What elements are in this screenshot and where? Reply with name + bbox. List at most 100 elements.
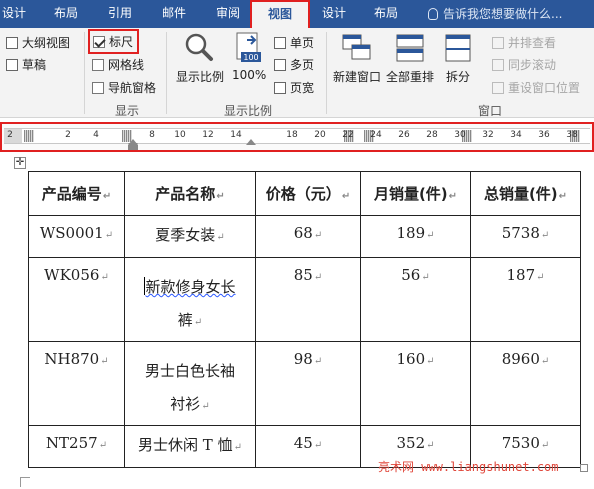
table-cell[interactable]: 45↵ bbox=[255, 425, 361, 468]
table-cell[interactable]: WS0001↵ bbox=[28, 215, 125, 258]
new-window-label: 新建窗口 bbox=[333, 70, 382, 84]
group-separator bbox=[326, 32, 327, 114]
ruler-tick-label: 30 bbox=[454, 130, 466, 140]
arrange-all-icon bbox=[396, 34, 424, 62]
table-resize-handle[interactable] bbox=[580, 464, 588, 472]
show-group-label: 显示 bbox=[115, 104, 140, 118]
side-by-side-icon bbox=[492, 37, 504, 49]
zoom-group-label: 显示比例 bbox=[224, 104, 273, 118]
watermark: 亮术网 www.liangshunet.com bbox=[378, 460, 559, 474]
tab-table-design[interactable]: 设计 bbox=[316, 0, 352, 28]
column-marker[interactable] bbox=[24, 130, 34, 142]
table-cell[interactable]: 男士休闲 T 恤↵ bbox=[124, 425, 256, 468]
split-button[interactable] bbox=[445, 34, 471, 65]
zoom-100-button[interactable]: 100 bbox=[235, 32, 263, 67]
table-move-handle-icon[interactable]: ✛ bbox=[14, 157, 26, 169]
table-cell[interactable]: 5738↵ bbox=[470, 215, 581, 258]
table-cell[interactable]: 56↵ bbox=[360, 257, 471, 342]
ruler-tick-label: 10 bbox=[174, 130, 186, 140]
ruler-tick-label: 20 bbox=[314, 130, 326, 140]
arrange-all-button[interactable] bbox=[396, 34, 424, 65]
ribbon-tab-bar: 设计 布局 引用 邮件 审阅 视图 设计 布局 告诉我您想要做什么... bbox=[0, 0, 594, 28]
group-separator bbox=[166, 32, 167, 114]
page-100-icon: 100 bbox=[236, 32, 261, 62]
table-row: WS0001↵ 夏季女装↵ 68↵ 189↵ 5738↵ bbox=[28, 215, 581, 258]
ruler-tick-label: 22 bbox=[342, 130, 354, 140]
ruler-bar: 2 2 4 8 10 12 14 18 20 22 24 26 28 30 32… bbox=[4, 128, 590, 149]
split-label: 拆分 bbox=[446, 70, 471, 84]
table-cell[interactable]: 夏季女装↵ bbox=[124, 215, 256, 258]
ruler-tick-label: 36 bbox=[538, 130, 550, 140]
table-header-row: 产品编号↵ 产品名称↵ 价格（元）↵ 月销量(件)↵ 总销量(件)↵ bbox=[28, 171, 581, 216]
tab-layout[interactable]: 布局 bbox=[48, 0, 84, 28]
header-cell[interactable]: 总销量(件)↵ bbox=[470, 171, 581, 216]
sync-scroll-button[interactable]: 同步滚动 bbox=[492, 56, 556, 73]
table-row: NH870↵ 男士白色长袖 衬衫↵ 98↵ 160↵ 8960↵ bbox=[28, 341, 581, 426]
tell-me-text: 告诉我您想要做什么... bbox=[443, 7, 563, 21]
product-table[interactable]: 产品编号↵ 产品名称↵ 价格（元）↵ 月销量(件)↵ 总销量(件)↵ WS000… bbox=[28, 171, 581, 468]
document-page[interactable]: ✛ 产品编号↵ 产品名称↵ 价格（元）↵ 月销量(件)↵ 总销量(件)↵ WS0… bbox=[0, 152, 594, 489]
zoom-button[interactable] bbox=[184, 32, 214, 65]
tab-references[interactable]: 引用 bbox=[102, 0, 138, 28]
table-cell[interactable]: 68↵ bbox=[255, 215, 361, 258]
table-cell[interactable]: 85↵ bbox=[255, 257, 361, 342]
ruler-tick-label: 2 bbox=[7, 130, 13, 140]
table-cell[interactable]: 160↵ bbox=[360, 341, 471, 426]
table-cell[interactable]: 新款修身女长 裤↵ bbox=[124, 257, 256, 342]
side-by-side-button[interactable]: 并排查看 bbox=[492, 34, 556, 51]
one-page-icon bbox=[274, 37, 286, 49]
checkbox-unchecked-icon bbox=[92, 82, 104, 94]
outline-icon bbox=[6, 37, 18, 49]
left-indent-marker[interactable] bbox=[128, 145, 138, 150]
lightbulb-icon bbox=[428, 8, 438, 20]
tab-view[interactable]: 视图 bbox=[250, 0, 310, 28]
one-page-button[interactable]: 单页 bbox=[274, 34, 314, 51]
reset-window-button[interactable]: 重设窗口位置 bbox=[492, 79, 580, 96]
page-width-button[interactable]: 页宽 bbox=[274, 79, 314, 96]
ruler-tick-label: 34 bbox=[510, 130, 522, 140]
table-cell[interactable]: NH870↵ bbox=[28, 341, 125, 426]
ruler-tick-label: 28 bbox=[426, 130, 438, 140]
magnifier-icon bbox=[185, 33, 213, 61]
table-cell[interactable]: NT257↵ bbox=[28, 425, 125, 468]
ruler-tick-label: 8 bbox=[149, 130, 155, 140]
header-cell[interactable]: 价格（元）↵ bbox=[255, 171, 361, 216]
table-cell[interactable]: 8960↵ bbox=[470, 341, 581, 426]
ruler-tick-label: 14 bbox=[230, 130, 242, 140]
multi-page-button[interactable]: 多页 bbox=[274, 56, 314, 73]
zoom-label: 显示比例 bbox=[176, 70, 225, 84]
split-icon bbox=[445, 34, 471, 62]
page-corner-mark bbox=[20, 477, 30, 487]
sync-scroll-icon bbox=[492, 59, 504, 71]
right-indent-marker[interactable] bbox=[246, 139, 256, 145]
nav-pane-checkbox[interactable]: 导航窗格 bbox=[92, 79, 156, 96]
checkbox-checked-icon bbox=[93, 36, 105, 48]
table-cell[interactable]: 187↵ bbox=[470, 257, 581, 342]
window-group-label: 窗口 bbox=[478, 104, 503, 118]
table-cell[interactable]: WK056↵ bbox=[28, 257, 125, 342]
ribbon-view: 大纲视图 草稿 标尺 网格线 导航窗格 显示 显示比例 100 100% 单页 … bbox=[0, 28, 594, 118]
multi-page-icon bbox=[274, 59, 286, 71]
horizontal-ruler[interactable]: 2 2 4 8 10 12 14 18 20 22 24 26 28 30 32… bbox=[0, 122, 594, 152]
outline-view-button[interactable]: 大纲视图 bbox=[6, 34, 70, 51]
header-cell[interactable]: 产品名称↵ bbox=[124, 171, 256, 216]
ruler-tick-label: 4 bbox=[93, 130, 99, 140]
table-cell[interactable]: 男士白色长袖 衬衫↵ bbox=[124, 341, 256, 426]
tell-me-box[interactable]: 告诉我您想要做什么... bbox=[428, 0, 562, 28]
table-cell[interactable]: 98↵ bbox=[255, 341, 361, 426]
gridlines-checkbox[interactable]: 网格线 bbox=[92, 56, 144, 73]
table-cell[interactable]: 189↵ bbox=[360, 215, 471, 258]
draft-icon bbox=[6, 59, 18, 71]
ruler-tick-label: 26 bbox=[398, 130, 410, 140]
tab-table-layout[interactable]: 布局 bbox=[368, 0, 404, 28]
ruler-checkbox[interactable]: 标尺 bbox=[88, 29, 140, 54]
header-cell[interactable]: 产品编号↵ bbox=[28, 171, 125, 216]
header-cell[interactable]: 月销量(件)↵ bbox=[360, 171, 471, 216]
new-window-button[interactable] bbox=[342, 34, 372, 65]
page-width-icon bbox=[274, 82, 286, 94]
tab-design[interactable]: 设计 bbox=[0, 0, 28, 28]
tab-review[interactable]: 审阅 bbox=[210, 0, 246, 28]
ruler-tick-label: 24 bbox=[370, 130, 382, 140]
draft-view-button[interactable]: 草稿 bbox=[6, 56, 46, 73]
tab-mailings[interactable]: 邮件 bbox=[156, 0, 192, 28]
